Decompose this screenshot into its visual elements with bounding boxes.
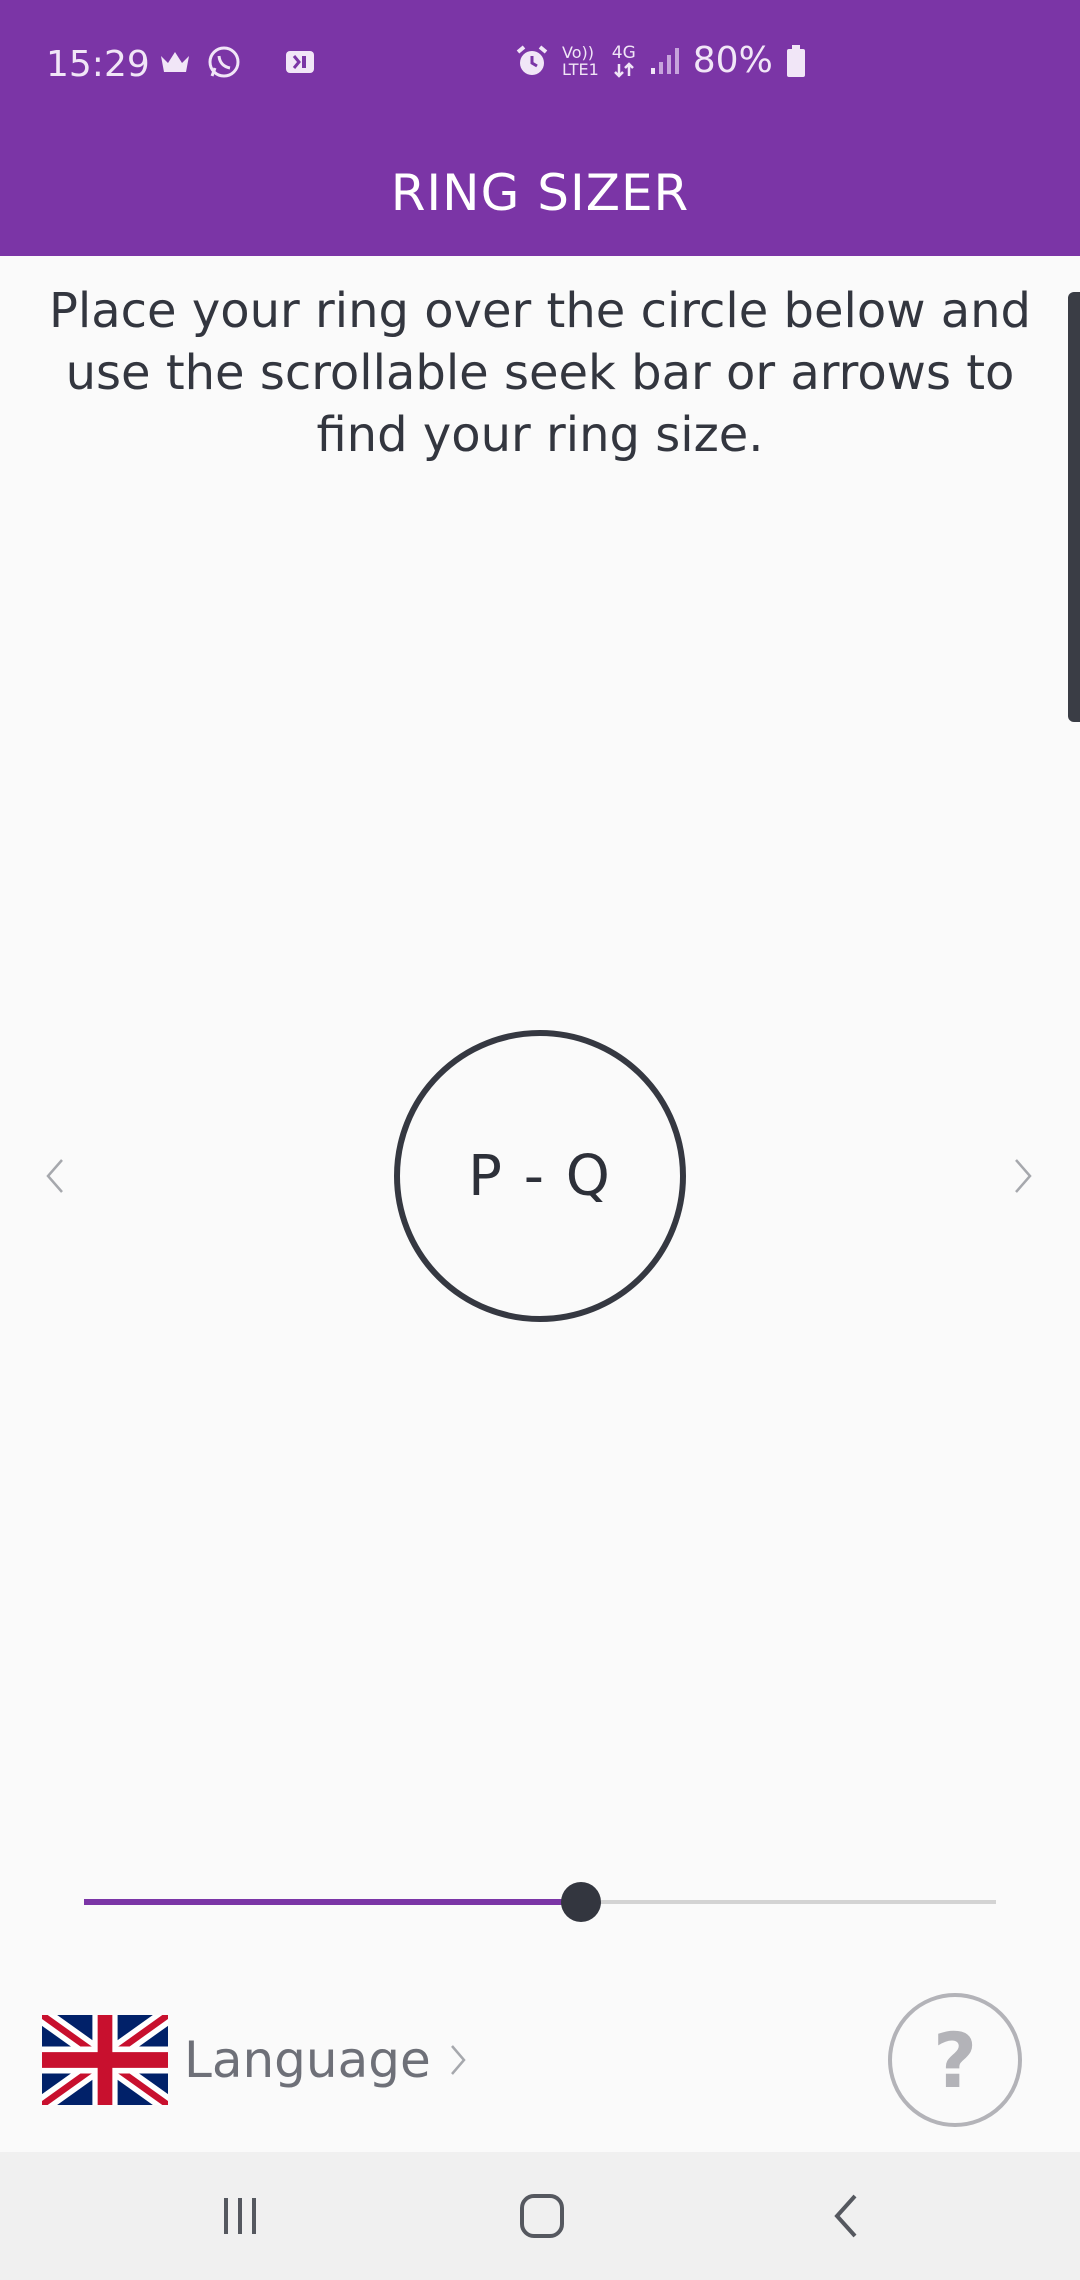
page-title: RING SIZER — [390, 164, 690, 222]
alarm-icon — [516, 44, 548, 75]
system-nav-bar — [0, 2152, 1080, 2280]
status-time: 15:29 — [46, 44, 150, 85]
home-icon — [520, 2194, 564, 2238]
app-bar: RING SIZER — [0, 130, 1080, 256]
signal-icon — [650, 47, 679, 74]
lte-label: LTE1 — [562, 59, 599, 79]
battery-percent: 80% — [692, 40, 773, 81]
recent-apps-button[interactable] — [210, 2186, 270, 2246]
next-size-button[interactable] — [1004, 1152, 1044, 1200]
card-app-icon — [286, 51, 314, 73]
seekbar-fill — [84, 1899, 582, 1905]
volte-label: Vo)) — [562, 42, 594, 62]
scroll-indicator[interactable] — [1068, 292, 1080, 722]
4g-icon: 4G — [611, 44, 637, 78]
instructions-text: Place your ring over the circle below an… — [48, 283, 1032, 463]
ring-size-label: P - Q — [468, 1143, 612, 1209]
uk-flag-icon — [42, 2015, 168, 2105]
home-button[interactable] — [512, 2186, 572, 2246]
previous-size-button[interactable] — [34, 1152, 74, 1200]
battery-icon — [786, 44, 805, 77]
back-icon — [834, 2194, 857, 2238]
chevron-left-icon — [46, 1159, 63, 1193]
status-bar: 15:29 Vo)) LTE1 4G 80% — [0, 0, 1080, 130]
language-label: Language — [184, 2031, 431, 2089]
back-button[interactable] — [816, 2186, 876, 2246]
network-label: 4G — [611, 42, 636, 63]
ring-circle: P - Q — [394, 1030, 686, 1322]
language-selector[interactable]: Language — [42, 2012, 467, 2108]
crown-icon — [161, 52, 189, 72]
status-left-icons — [158, 44, 318, 80]
whatsapp-icon — [208, 46, 240, 78]
chevron-right-icon — [1015, 1159, 1032, 1193]
chevron-right-icon — [450, 2045, 466, 2075]
status-right: Vo)) LTE1 4G 80% — [514, 40, 807, 81]
question-icon: ? — [932, 2015, 978, 2105]
seekbar-thumb[interactable] — [561, 1882, 602, 1922]
volte-icon: Vo)) LTE1 — [562, 44, 599, 78]
help-button[interactable]: ? — [888, 1993, 1022, 2127]
recent-apps-icon — [224, 2198, 256, 2234]
size-seekbar[interactable] — [84, 1880, 996, 1924]
